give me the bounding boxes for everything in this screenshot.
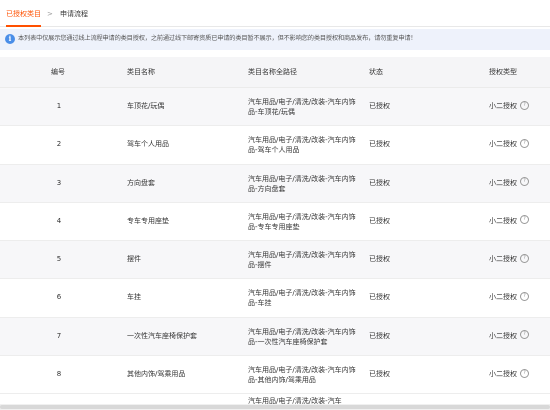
auth-type-label: 小二授权 (489, 255, 517, 264)
category-path: 汽车用品/电子/清洗/改装-汽车内饰品-一次性汽车座椅保护套 (248, 327, 356, 346)
table-row: 4 专车专用座垫 汽车用品/电子/清洗/改装-汽车内饰品-专车专用座垫 已授权 小二授权… (0, 203, 550, 242)
column-header-category-path: 类目名称全路径 (248, 68, 297, 76)
status-text: 已授权 (369, 102, 390, 110)
row-number: 6 (56, 293, 62, 302)
auth-type: 小二授权? (489, 253, 529, 264)
help-icon[interactable]: ? (520, 215, 529, 225)
auth-type-label: 小二授权 (489, 370, 517, 379)
auth-type: 小二授权? (489, 215, 529, 226)
tab-application-process[interactable]: 申请流程 (60, 10, 88, 19)
category-path: 汽车用品/电子/清洗/改装-汽车内饰品-摆件 (248, 251, 356, 270)
category-path: 汽车用品/电子/清洗/改装-汽车内饰品-车顶花/玩偶 (248, 98, 356, 116)
tab-authorized-categories[interactable]: 已授权类目 (6, 10, 41, 27)
horizontal-scrollbar[interactable] (0, 404, 550, 410)
help-icon[interactable]: ? (520, 177, 529, 187)
table-body: 1 车顶花/玩偶 汽车用品/电子/清洗/改装-汽车内饰品-车顶花/玩偶 已授权 小二授权… (0, 88, 550, 395)
auth-type: 小二授权? (489, 368, 529, 379)
tab-bar: 已授权类目 > 申请流程 (0, 0, 550, 27)
row-number: 1 (56, 102, 62, 110)
category-path: 汽车用品/电子/清洗/改装-汽车内饰品-方向盘套 (248, 174, 356, 193)
auth-type-label: 小二授权 (489, 102, 517, 110)
help-icon[interactable]: ? (520, 330, 529, 340)
table-header: 编号 类目名称 类目名称全路径 状态 授权类型 (0, 57, 550, 88)
category-path: 汽车用品/电子/清洗/改装-汽车内饰品-专车专用座垫 (248, 212, 356, 231)
auth-type: 小二授权? (489, 138, 529, 149)
status-text: 已授权 (369, 140, 390, 149)
table-row: 2 驾车个人用品 汽车用品/电子/清洗/改装-汽车内饰品-驾车个人用品 已授权 小二授权… (0, 126, 550, 165)
category-name: 驾车个人用品 (127, 140, 169, 149)
help-icon[interactable]: ? (520, 291, 529, 301)
auth-type: 小二授权? (489, 177, 529, 188)
category-path: 汽车用品/电子/清洗/改装-汽车内饰品-驾车个人用品 (248, 136, 356, 155)
tab-separator-chevron-icon: > (47, 10, 53, 18)
scrollbar-thumb[interactable] (0, 405, 550, 409)
status-text: 已授权 (369, 216, 390, 225)
column-header-id: 编号 (51, 68, 65, 76)
auth-type-label: 小二授权 (489, 293, 517, 302)
column-header-status: 状态 (369, 68, 383, 76)
column-header-auth-type: 授权类型 (489, 68, 517, 76)
info-icon: i (5, 34, 15, 44)
auth-type: 小二授权? (489, 291, 529, 302)
table-row: 7 一次性汽车座椅保护套 汽车用品/电子/清洗/改装-汽车内饰品-一次性汽车座椅保护… (0, 317, 550, 357)
status-text: 已授权 (369, 331, 390, 340)
status-text: 已授权 (369, 255, 390, 264)
table-row: 6 车挂 汽车用品/电子/清洗/改装-汽车内饰品-车挂 已授权 小二授权? (0, 279, 550, 318)
auth-type-label: 小二授权 (489, 216, 517, 225)
category-path: 汽车用品/电子/清洗/改装-汽车内饰品-其他内饰/驾乘用品 (248, 366, 356, 385)
row-number: 2 (56, 140, 62, 149)
status-text: 已授权 (369, 178, 390, 187)
auth-type-label: 小二授权 (489, 331, 517, 340)
row-number: 7 (56, 331, 62, 340)
authorized-category-table: 编号 类目名称 类目名称全路径 状态 授权类型 1 车顶花/玩偶 汽车用品/电子/清… (0, 57, 550, 395)
help-icon[interactable]: ? (520, 100, 529, 110)
row-number: 4 (56, 216, 62, 225)
notice-banner: i 本列表中仅展示您通过线上流程申请的类目授权，之前通过线下邮寄资质已申请的类目… (0, 29, 550, 50)
help-icon[interactable]: ? (520, 368, 529, 378)
category-path: 汽车用品/电子/清洗/改装-汽车内饰品-车挂 (248, 289, 356, 308)
auth-type: 小二授权? (489, 100, 529, 111)
notice-text: 本列表中仅展示您通过线上流程申请的类目授权，之前通过线下邮寄资质已申请的类目暂不… (18, 35, 417, 42)
category-name: 车挂 (127, 293, 141, 302)
table-row: 5 摆件 汽车用品/电子/清洗/改装-汽车内饰品-摆件 已授权 小二授权? (0, 241, 550, 280)
help-icon[interactable]: ? (520, 253, 529, 263)
status-text: 已授权 (369, 370, 390, 379)
table-row: 1 车顶花/玩偶 汽车用品/电子/清洗/改装-汽车内饰品-车顶花/玩偶 已授权 小二授权… (0, 88, 550, 127)
category-name: 专车专用座垫 (127, 216, 169, 225)
help-icon[interactable]: ? (520, 138, 529, 148)
category-name: 一次性汽车座椅保护套 (127, 331, 197, 340)
category-name: 方向盘套 (127, 178, 155, 187)
row-number: 3 (56, 178, 62, 187)
row-number: 5 (56, 255, 62, 264)
category-name: 其他内饰/驾乘用品 (127, 370, 186, 379)
status-text: 已授权 (369, 293, 390, 302)
table-row: 3 方向盘套 汽车用品/电子/清洗/改装-汽车内饰品-方向盘套 已授权 小二授权? (0, 164, 550, 203)
category-name: 摆件 (127, 255, 141, 264)
auth-type: 小二授权? (489, 330, 529, 341)
row-number: 8 (56, 370, 62, 379)
category-name: 车顶花/玩偶 (127, 102, 165, 110)
auth-type-label: 小二授权 (489, 178, 517, 187)
column-header-category-name: 类目名称 (127, 68, 155, 76)
auth-type-label: 小二授权 (489, 140, 517, 149)
